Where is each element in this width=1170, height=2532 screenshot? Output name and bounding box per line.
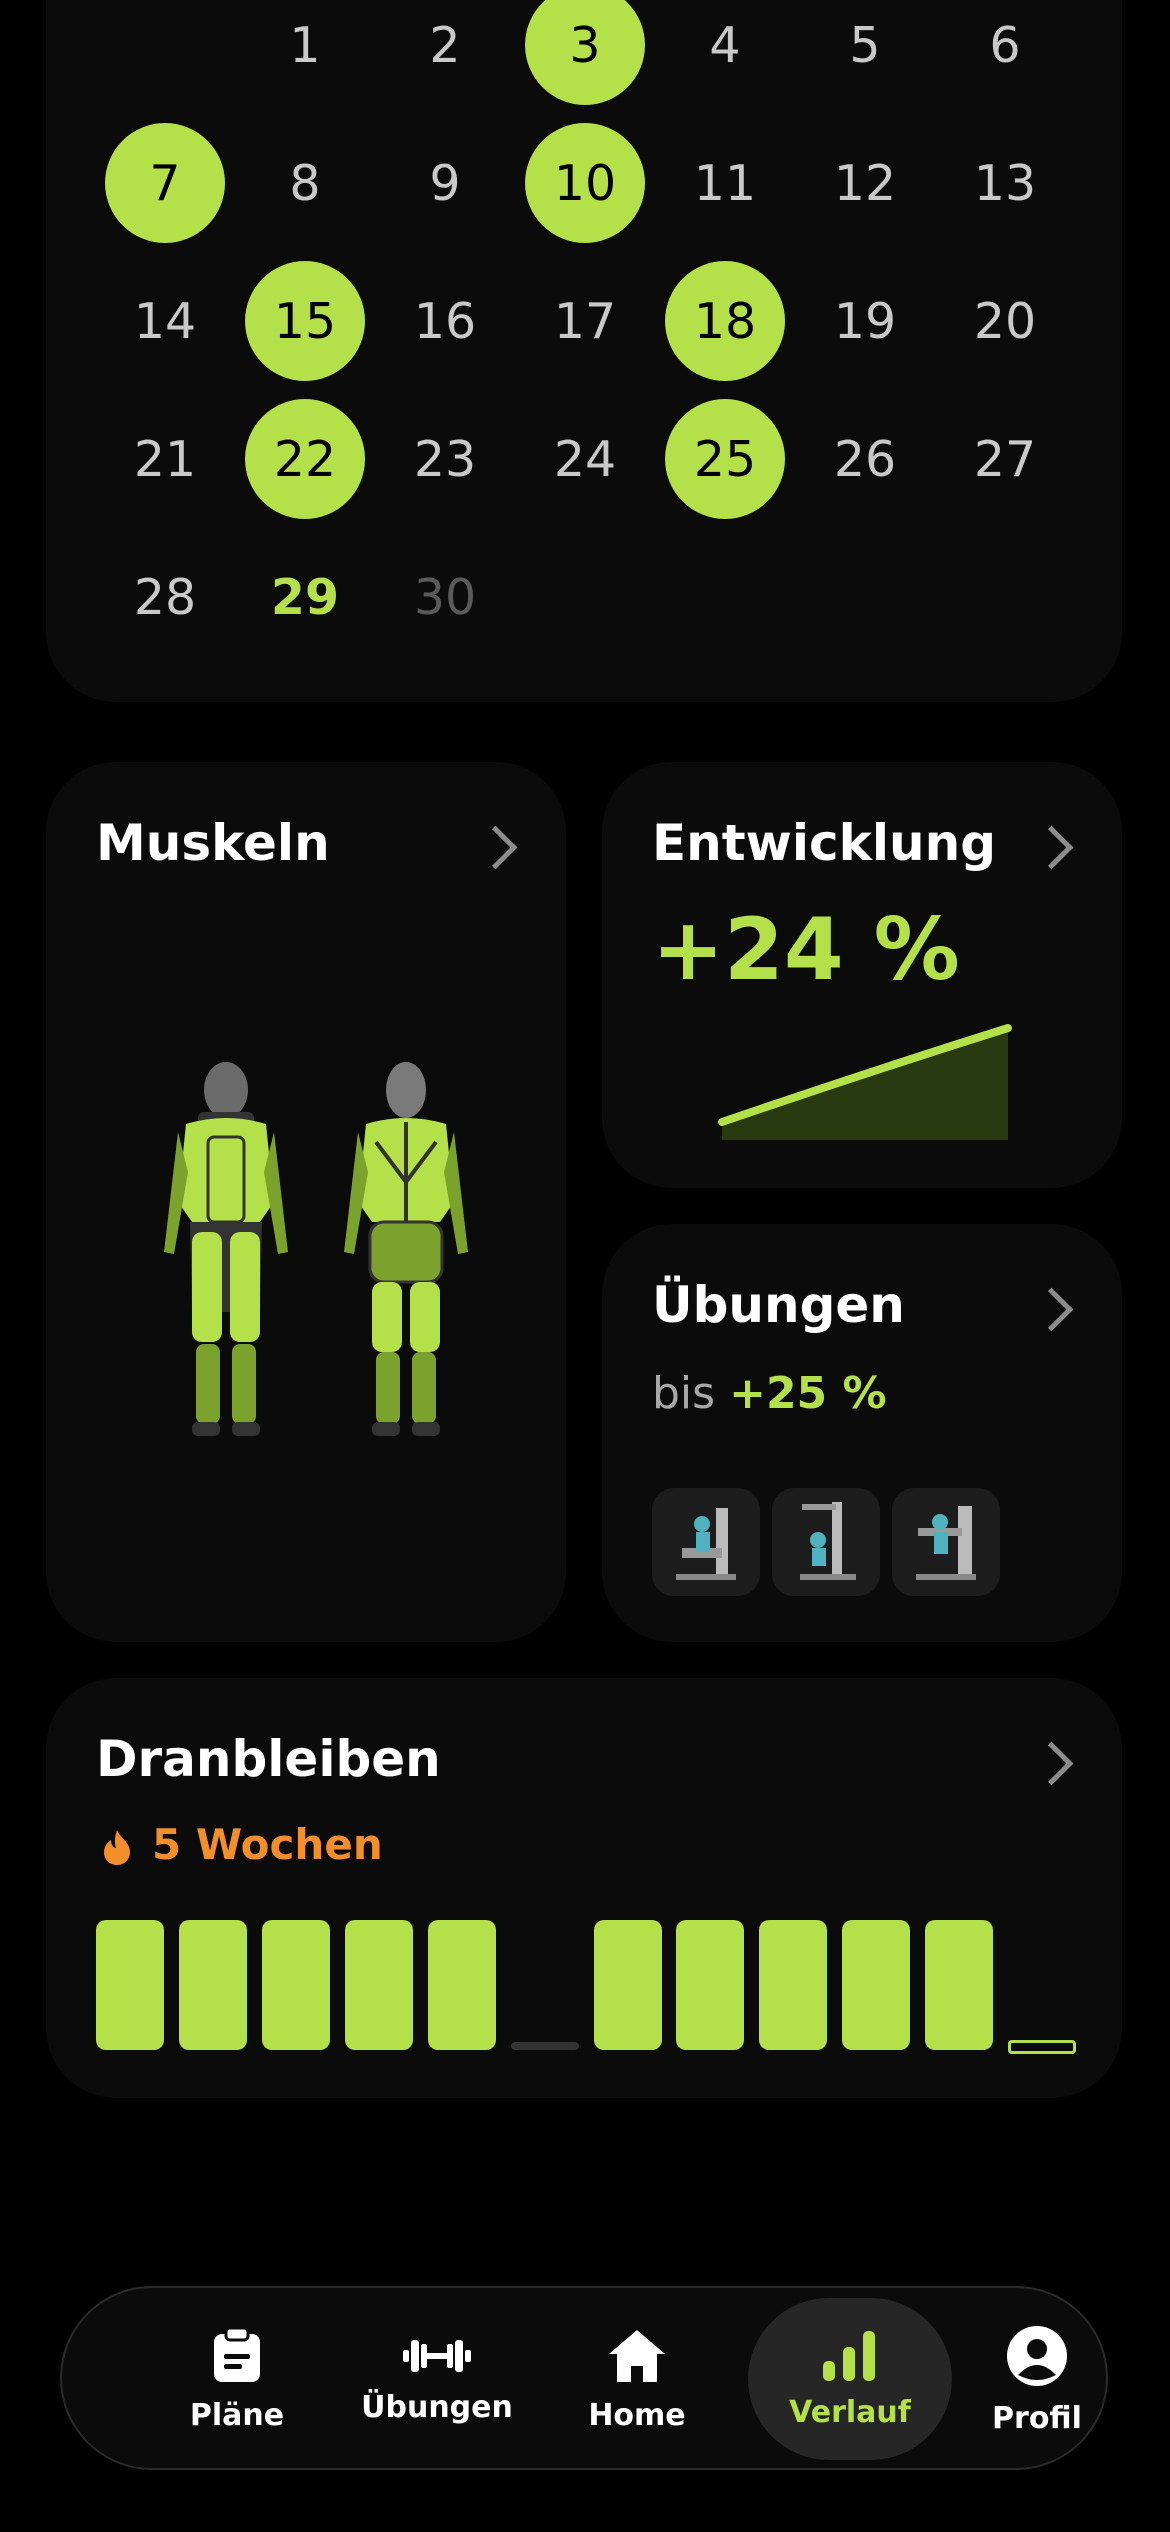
calendar-day[interactable]: 11 [665,123,785,243]
calendar-day[interactable]: 13 [945,123,1065,243]
exercises-card[interactable]: Übungen bis +25 % [602,1224,1122,1642]
calendar-day[interactable]: 20 [945,261,1065,381]
muscles-card[interactable]: Muskeln [46,762,566,1642]
calendar-day[interactable]: 12 [805,123,925,243]
exercises-value: +25 % [729,1368,887,1419]
calendar-day[interactable]: 28 [105,537,225,657]
flame-icon [104,1830,130,1865]
streak-week-bar [925,1920,993,2050]
streak-missed-week [511,2042,579,2050]
streak-week-bar [262,1920,330,2050]
shoulder-press-machine-icon[interactable] [892,1488,1000,1596]
clipboard-icon [214,2327,260,2382]
calendar-day[interactable]: 9 [385,123,505,243]
calendar-day[interactable]: 16 [385,261,505,381]
progress-value: +24 % [652,900,960,1000]
bottom-nav: Pläne Übungen Home Verlauf Profil [60,2286,1108,2470]
progress-trend-graph [718,1024,1012,1140]
calendar-day[interactable]: 27 [945,399,1065,519]
calendar-day[interactable]: 7 [105,123,225,243]
dumbbell-icon [403,2339,471,2372]
nav-label-profile: Profil [992,2400,1082,2436]
nav-label-home: Home [588,2397,686,2433]
exercises-improvement: bis +25 % [652,1368,887,1419]
calendar-day[interactable]: 10 [525,123,645,243]
streak-week-bar [594,1920,662,2050]
calendar-day[interactable]: 24 [525,399,645,519]
chest-press-machine-icon[interactable] [652,1488,760,1596]
streak-title: Dranbleiben [96,1730,441,1788]
calendar-day[interactable]: 29 [245,537,365,657]
nav-plans[interactable]: Pläne [142,2288,332,2472]
exercises-title: Übungen [652,1276,905,1334]
calendar-day[interactable]: 30 [385,537,505,657]
calendar-day[interactable]: 14 [105,261,225,381]
calendar-day[interactable]: 17 [525,261,645,381]
calendar-day[interactable]: 8 [245,123,365,243]
streak-week-bar [759,1920,827,2050]
progress-title: Entwicklung [652,814,996,872]
chevron-right-icon [1029,825,1074,870]
nav-exercises[interactable]: Übungen [332,2288,542,2472]
calendar-day[interactable]: 21 [105,399,225,519]
calendar-day[interactable]: 19 [805,261,925,381]
chevron-right-icon [1029,1741,1074,1786]
calendar-day[interactable]: 23 [385,399,505,519]
streak-week-bar [842,1920,910,2050]
nav-label-history: Verlauf [789,2394,911,2430]
nav-label-exercises: Übungen [361,2389,513,2425]
streak-current-week [1008,2040,1076,2054]
nav-history[interactable]: Verlauf [748,2288,952,2472]
chevron-right-icon [473,825,518,870]
muscles-title: Muskeln [96,814,330,872]
streak-week-bar [428,1920,496,2050]
body-front-back-illustration [164,1062,468,1436]
chevron-right-icon [1029,1287,1074,1332]
calendar-day[interactable]: 22 [245,399,365,519]
calendar-day[interactable]: 15 [245,261,365,381]
streak-week-bar [676,1920,744,2050]
home-icon [609,2329,665,2382]
streak-week-bar [179,1920,247,2050]
nav-home[interactable]: Home [542,2288,732,2472]
progress-card[interactable]: Entwicklung +24 % [602,762,1122,1188]
lat-pulldown-machine-icon[interactable] [772,1488,880,1596]
streak-week-bar [96,1920,164,2050]
calendar-day[interactable]: 26 [805,399,925,519]
bar-chart-icon [823,2330,875,2381]
profile-icon [1007,2325,1067,2386]
streak-week-bar [345,1920,413,2050]
streak-weeks: 5 Wochen [152,1820,383,1869]
calendar-day[interactable]: 18 [665,261,785,381]
nav-profile[interactable]: Profil [952,2288,1122,2472]
calendar-day[interactable]: 25 [665,399,785,519]
exercises-prefix: bis [652,1368,716,1419]
nav-label-plans: Pläne [189,2397,285,2433]
